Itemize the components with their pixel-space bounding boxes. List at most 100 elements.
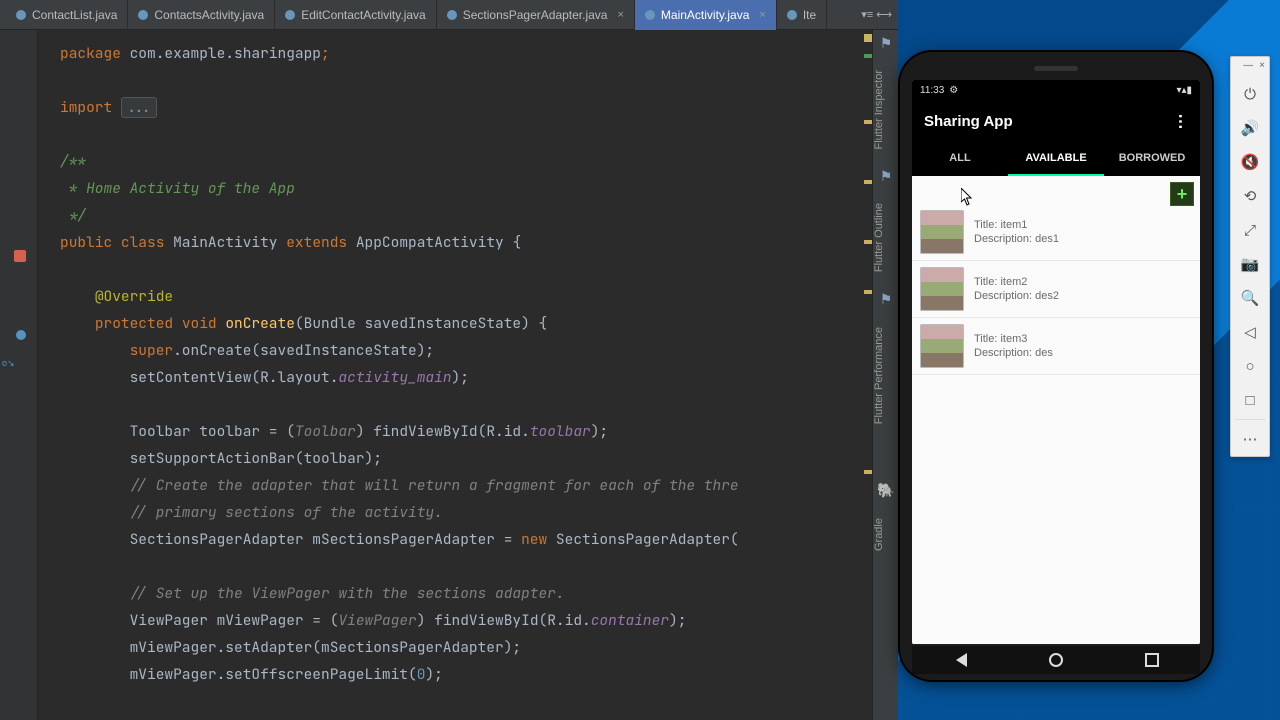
fold-ellipsis[interactable]: ... — [121, 97, 157, 118]
flutter-icon[interactable]: ⚑ — [873, 287, 899, 313]
item-desc: Description: des2 — [974, 289, 1059, 303]
zoom-button[interactable]: 🔍 — [1231, 281, 1269, 315]
list-item[interactable]: Title: item3 Description: des — [912, 318, 1200, 375]
code-token: ViewPager mViewPager = ( — [130, 611, 339, 630]
tab-borrowed[interactable]: BORROWED — [1104, 142, 1200, 176]
code-token: ) findViewById(R.id. — [417, 611, 591, 630]
code-token: (Bundle savedInstanceState) { — [295, 314, 547, 333]
tool-flutter-inspector[interactable]: Flutter Inspector — [873, 56, 885, 163]
code-token: package — [60, 44, 130, 63]
overflow-menu-icon[interactable]: ⋯ — [1171, 114, 1191, 129]
code-token: // Set up the ViewPager with the section… — [130, 584, 565, 603]
volume-up-button[interactable]: 🔊 — [1231, 111, 1269, 145]
java-icon — [285, 10, 295, 20]
tab-label: Ite — [803, 8, 816, 22]
code-token: .onCreate(savedInstanceState); — [173, 341, 434, 360]
tool-gradle[interactable]: Gradle — [873, 504, 885, 565]
tab-ite[interactable]: Ite — [777, 0, 827, 30]
tab-mainactivity[interactable]: MainActivity.java × — [635, 0, 777, 30]
item-text: Title: item1 Description: des1 — [974, 218, 1059, 246]
gutter-marker-icon[interactable] — [14, 250, 26, 262]
tab-editcontactactivity[interactable]: EditContactActivity.java — [275, 0, 437, 30]
item-text: Title: item2 Description: des2 — [974, 275, 1059, 303]
code-editor[interactable]: package com.example.sharingapp; import .… — [38, 30, 864, 720]
status-time: 11:33 — [920, 85, 944, 96]
java-icon — [447, 10, 457, 20]
add-item-button[interactable]: + — [1170, 182, 1194, 206]
code-token: Toolbar — [295, 422, 356, 441]
screenshot-button[interactable]: 📷 — [1231, 247, 1269, 281]
flutter-icon[interactable]: ⚑ — [873, 30, 899, 56]
list-item[interactable]: Title: item1 Description: des1 — [912, 204, 1200, 261]
error-stripe[interactable] — [864, 30, 872, 720]
code-token: onCreate — [225, 314, 295, 333]
rotate-left-button[interactable]: ⟲ — [1231, 179, 1269, 213]
code-token: mViewPager.setAdapter(mSectionsPagerAdap… — [130, 638, 522, 657]
home-button[interactable]: ○ — [1231, 349, 1269, 383]
implements-icon[interactable]: o↘ — [2, 358, 15, 369]
code-token: extends — [286, 233, 356, 252]
code-token: new — [521, 530, 556, 549]
battery-icon: ▮ — [1186, 85, 1192, 96]
code-token: protected — [95, 314, 182, 333]
item-thumbnail — [920, 267, 964, 311]
item-desc: Description: des — [974, 346, 1053, 360]
tab-label: MainActivity.java — [661, 8, 749, 22]
close-icon[interactable]: × — [759, 9, 765, 21]
android-nav-bar — [912, 646, 1200, 674]
code-token: container — [591, 611, 669, 630]
power-button[interactable]: ⏻ — [1231, 77, 1269, 111]
back-button[interactable]: ◁ — [1231, 315, 1269, 349]
override-icon[interactable] — [16, 330, 26, 340]
code-token: public — [60, 233, 121, 252]
code-token: */ — [60, 206, 86, 225]
code-token: /** — [60, 152, 86, 171]
list-content[interactable]: + Title: item1 Description: des1 Title: … — [912, 176, 1200, 644]
tab-available[interactable]: AVAILABLE — [1008, 142, 1104, 176]
recent-icon[interactable] — [1145, 653, 1159, 667]
code-token: ); — [452, 368, 469, 387]
code-token: setContentView(R.layout. — [130, 368, 339, 387]
tab-sectionspageradapter[interactable]: SectionsPagerAdapter.java × — [437, 0, 635, 30]
minimize-icon[interactable]: — — [1243, 60, 1253, 77]
tab-label: EditContactActivity.java — [301, 8, 426, 22]
tool-flutter-performance[interactable]: Flutter Performance — [873, 313, 885, 438]
phone-screen[interactable]: 11:33 ⚙ ▾▴ ▮ Sharing App ⋯ ALL AVAILABLE… — [912, 80, 1200, 644]
code-token: @Override — [95, 287, 173, 306]
more-button[interactable]: ⋯ — [1231, 422, 1269, 456]
item-thumbnail — [920, 210, 964, 254]
java-icon — [138, 10, 148, 20]
rotate-right-button[interactable]: ⤢ — [1231, 213, 1269, 247]
flutter-icon[interactable]: ⚑ — [873, 163, 899, 189]
app-bar: Sharing App ⋯ — [912, 100, 1200, 142]
tab-label: ContactsActivity.java — [154, 8, 264, 22]
tab-all[interactable]: ALL — [912, 142, 1008, 176]
java-icon — [645, 10, 655, 20]
code-token: class — [121, 233, 173, 252]
phone-speaker — [1034, 66, 1078, 71]
ide-pane: ContactList.java ContactsActivity.java E… — [0, 0, 898, 720]
code-token: // Create the adapter that will return a… — [130, 476, 739, 495]
tab-contactsactivity[interactable]: ContactsActivity.java — [128, 0, 275, 30]
wifi-icon: ▾▴ — [1176, 85, 1186, 96]
tool-flutter-outline[interactable]: Flutter Outline — [873, 189, 885, 286]
code-token: ); — [591, 422, 608, 441]
gradle-icon[interactable]: 🐘 — [873, 478, 899, 504]
volume-down-button[interactable]: 🔇 — [1231, 145, 1269, 179]
item-title: Title: item3 — [974, 332, 1053, 346]
item-text: Title: item3 Description: des — [974, 332, 1053, 360]
tab-contactlist[interactable]: ContactList.java — [6, 0, 128, 30]
close-icon[interactable]: × — [1259, 60, 1265, 77]
back-icon[interactable] — [953, 653, 967, 667]
close-icon[interactable]: × — [617, 9, 623, 21]
code-token: void — [182, 314, 226, 333]
code-token: toolbar — [530, 422, 591, 441]
overview-button[interactable]: □ — [1231, 383, 1269, 417]
home-icon[interactable] — [1049, 653, 1063, 667]
java-icon — [16, 10, 26, 20]
tab-overflow-icon[interactable]: ▾≡ ⟷ — [855, 8, 898, 21]
list-item[interactable]: Title: item2 Description: des2 — [912, 261, 1200, 318]
code-token: ); — [425, 665, 442, 684]
android-emulator: 11:33 ⚙ ▾▴ ▮ Sharing App ⋯ ALL AVAILABLE… — [900, 52, 1212, 680]
tab-label: ContactList.java — [32, 8, 117, 22]
